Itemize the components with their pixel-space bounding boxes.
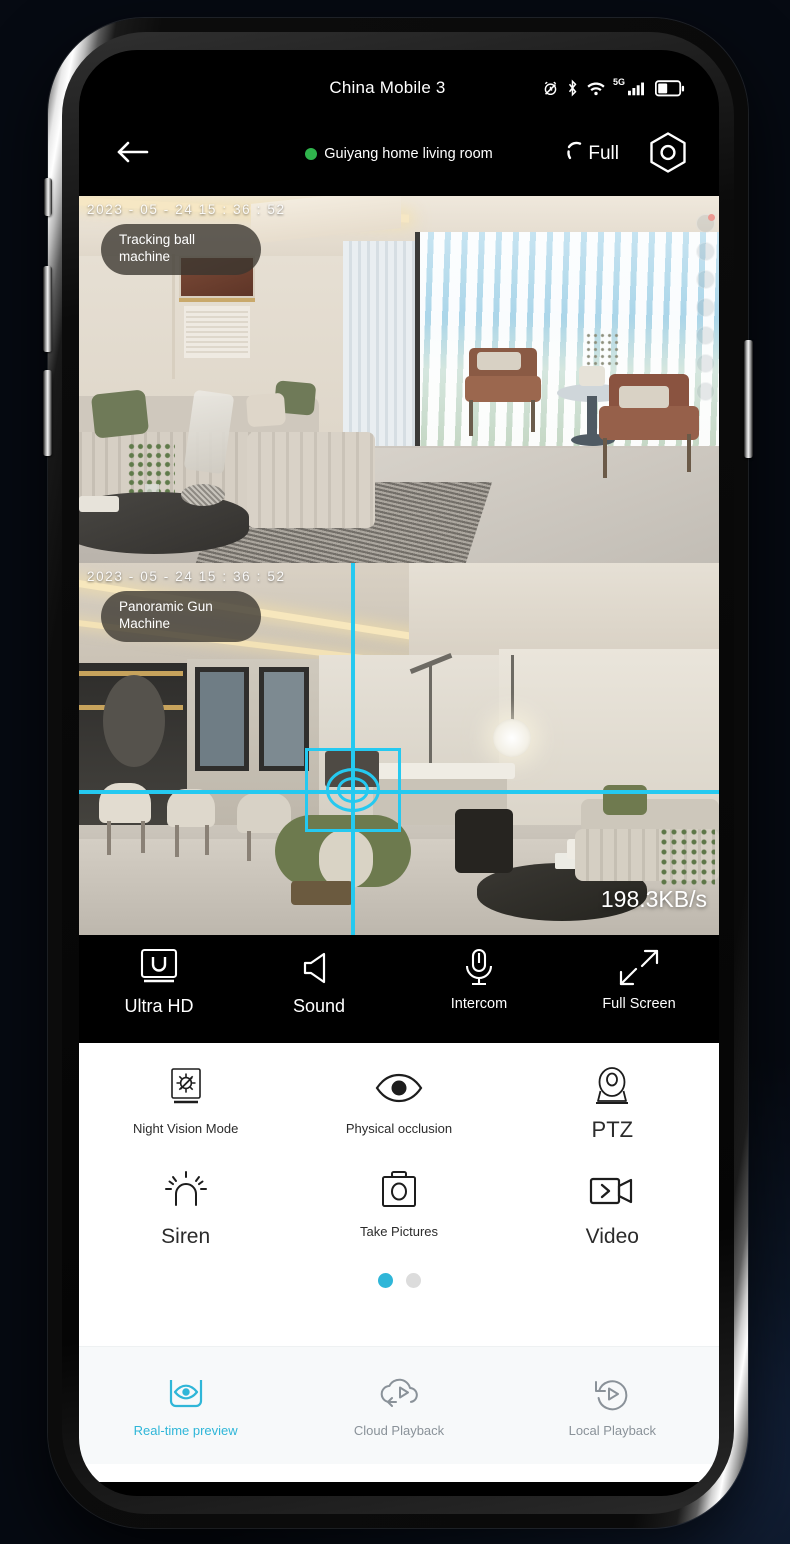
eye-icon (374, 1061, 424, 1115)
nav-local-playback[interactable]: Local Playback (506, 1373, 719, 1439)
settings-button[interactable] (645, 130, 691, 179)
ultra-hd-label: Ultra HD (124, 996, 194, 1016)
cloud-play-icon (378, 1373, 420, 1415)
book-icon[interactable] (696, 382, 715, 401)
nav-real-time-preview-label: Real-time preview (133, 1423, 238, 1439)
camera-icon (378, 1164, 420, 1218)
ptz-label: PTZ (591, 1117, 634, 1142)
phone-volume-down-button[interactable] (43, 370, 52, 456)
notification-badge (708, 214, 715, 221)
night-vision-mode-button[interactable]: Night Vision Mode (79, 1061, 292, 1142)
feed-label-badge: Tracking ball machine (101, 224, 261, 275)
online-status-dot (305, 148, 318, 160)
panel-spacer (79, 1288, 719, 1347)
cloud-icon[interactable] (696, 214, 715, 233)
video-control-bar: Ultra HD Sound Intercom Full Screen (79, 935, 719, 1043)
preview-eye-icon (167, 1373, 205, 1415)
sound-button[interactable]: Sound (239, 945, 399, 1016)
microphone-icon (462, 945, 496, 991)
history-play-icon (593, 1373, 631, 1415)
function-row-2: Siren Take Pictures Video (79, 1164, 719, 1249)
intercom-button[interactable]: Intercom (399, 945, 559, 1012)
siren-button[interactable]: Siren (79, 1164, 292, 1249)
phone-power-button[interactable] (744, 340, 753, 458)
phone-mute-switch[interactable] (44, 178, 52, 216)
function-pager-dots (79, 1273, 719, 1289)
night-vision-icon (166, 1061, 206, 1115)
take-pictures-button[interactable]: Take Pictures (292, 1164, 505, 1249)
bandwidth-label: 198.3KB/s (600, 886, 707, 912)
sound-label: Sound (292, 996, 346, 1016)
video-label: Video (585, 1225, 639, 1249)
phone-screen: China Mobile 3 5G Guiyang home living ro… (79, 50, 719, 1496)
bluetooth-icon (566, 79, 579, 97)
physical-occlusion-button[interactable]: Physical occlusion (292, 1061, 505, 1142)
feed-timestamp: 2023 - 05 - 24 15 : 36 : 52 (87, 202, 286, 217)
nav-local-playback-label: Local Playback (568, 1423, 657, 1439)
night-vision-mode-label: Night Vision Mode (133, 1121, 239, 1136)
video-button[interactable]: Video (506, 1164, 719, 1249)
full-quality-button[interactable]: Full (564, 139, 619, 170)
hand-icon[interactable] (696, 298, 715, 317)
ultra-hd-icon (138, 945, 180, 991)
intercom-label: Intercom (450, 996, 508, 1012)
call-icon[interactable] (696, 326, 715, 345)
function-row-1: Night Vision Mode Physical occlusion PTZ (79, 1061, 719, 1142)
bottom-navigation-bar: Real-time preview Cloud Playback Local P… (79, 1346, 719, 1465)
hexagon-settings-icon (645, 130, 691, 179)
arrow-left-icon (116, 139, 150, 170)
smiley-icon[interactable] (696, 242, 715, 261)
carrier-label: China Mobile 3 (329, 78, 446, 97)
app-header: Guiyang home living room Full (79, 112, 719, 196)
video-camera-icon (588, 1164, 636, 1218)
signal-bars-icon (628, 80, 648, 96)
nav-cloud-playback[interactable]: Cloud Playback (292, 1373, 505, 1439)
fullscreen-arrows-icon (617, 945, 661, 991)
back-button[interactable] (107, 128, 159, 180)
pager-dot-2[interactable] (405, 1273, 421, 1289)
partial-arc-icon (564, 139, 586, 170)
music-icon[interactable] (696, 270, 715, 289)
take-pictures-label: Take Pictures (359, 1224, 439, 1240)
feed-timestamp: 2023 - 05 - 24 15 : 36 : 52 (87, 569, 286, 584)
device-name-label: Guiyang home living room (324, 146, 493, 162)
function-panel: Night Vision Mode Physical occlusion PTZ… (79, 1043, 719, 1347)
home-indicator-area (79, 1464, 719, 1483)
pager-dot-1[interactable] (377, 1273, 393, 1289)
alarm-icon (542, 80, 559, 97)
video-feed-tracking-ball[interactable]: 2023 - 05 - 24 15 : 36 : 52 Tracking bal… (79, 196, 719, 563)
nav-real-time-preview[interactable]: Real-time preview (79, 1373, 292, 1439)
ptz-button[interactable]: PTZ (506, 1061, 719, 1142)
full-label: Full (588, 143, 619, 164)
physical-occlusion-label: Physical occlusion (345, 1121, 453, 1136)
wave-icon[interactable] (696, 354, 715, 373)
full-screen-label: Full Screen (602, 996, 676, 1012)
network-type-label: 5G (612, 77, 625, 87)
siren-icon (164, 1164, 208, 1218)
speaker-icon (300, 945, 338, 991)
full-screen-button[interactable]: Full Screen (559, 945, 719, 1012)
video-feed-panoramic-gun[interactable]: 2023 - 05 - 24 15 : 36 : 52 Panoramic Gu… (79, 563, 719, 935)
header-actions: Full (564, 130, 691, 179)
nav-cloud-playback-label: Cloud Playback (353, 1423, 445, 1439)
ultra-hd-button[interactable]: Ultra HD (79, 945, 239, 1016)
status-bar-icons: 5G (542, 77, 685, 97)
wifi-icon (586, 80, 606, 96)
ptz-camera-icon (592, 1061, 632, 1115)
feed-label-badge: Panoramic Gun Machine (101, 591, 261, 642)
feed-side-icon-strip[interactable] (696, 214, 715, 401)
battery-icon (655, 79, 685, 97)
phone-volume-up-button[interactable] (43, 266, 52, 352)
siren-label: Siren (161, 1225, 211, 1249)
status-bar: China Mobile 3 5G (79, 50, 719, 112)
